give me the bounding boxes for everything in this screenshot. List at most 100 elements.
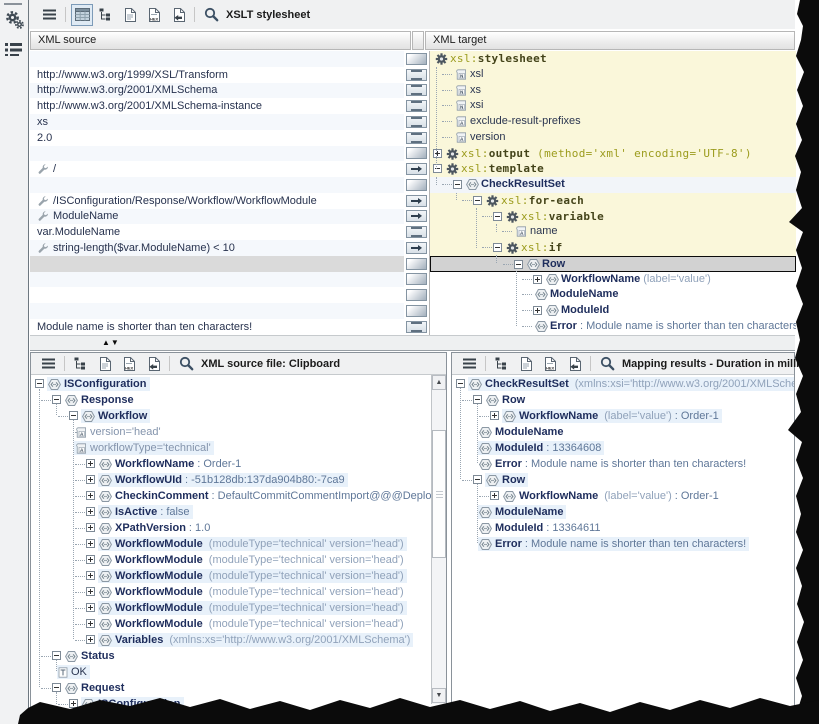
expand-toggle[interactable]: [86, 459, 95, 468]
connector-equals[interactable]: [406, 226, 427, 238]
expand-toggle[interactable]: [86, 635, 95, 644]
tree-node-row[interactable]: ModuleId : 13364611: [452, 520, 794, 536]
expand-toggle[interactable]: [86, 507, 95, 516]
collapse-toggle[interactable]: [52, 651, 61, 660]
collapse-toggle[interactable]: [473, 196, 482, 205]
collapse-toggle[interactable]: [473, 475, 482, 484]
grid-row[interactable]: http://www.w3.org/1999/XSL/Transform: [30, 67, 404, 83]
grid-row[interactable]: [30, 256, 404, 272]
tree-node[interactable]: CheckResultSet(xmlns:xsi='http://www.w3.…: [468, 377, 794, 391]
tree-node-row[interactable]: CheckinComment : DefaultCommitCommentImp…: [31, 488, 431, 504]
tree-node[interactable]: WorkflowModule(moduleType='technical' ve…: [98, 569, 407, 583]
tree-node[interactable]: WorkflowModule(moduleType='technical' ve…: [98, 585, 407, 599]
tree-node-row[interactable]: Request: [31, 680, 431, 696]
connector-equals[interactable]: [406, 321, 427, 333]
tree-node-row[interactable]: Row: [452, 392, 794, 408]
grid-row[interactable]: /: [30, 161, 404, 177]
grid-row[interactable]: 2.0: [30, 130, 404, 146]
collapse-toggle[interactable]: [453, 180, 462, 189]
rail-handle[interactable]: [4, 3, 22, 5]
tree-node[interactable]: Row: [485, 393, 528, 407]
tree-node-row[interactable]: IsActive : false: [31, 504, 431, 520]
tree-node[interactable]: Request: [64, 681, 127, 695]
tree-node[interactable]: ModuleName: [478, 425, 566, 439]
tree-node[interactable]: ISConfiguration: [47, 377, 150, 391]
hex-view-icon[interactable]: HEX: [539, 353, 561, 375]
target-tree-row[interactable]: Nxsi: [430, 98, 796, 114]
target-tree-row[interactable]: xsl:for-each: [430, 193, 796, 209]
collapse-toggle[interactable]: [69, 411, 78, 420]
tree-node[interactable]: ModuleId : 13364611: [478, 521, 604, 535]
target-tree-row[interactable]: xsl:variable: [430, 209, 796, 225]
connector-equals[interactable]: [406, 69, 427, 81]
tree-node[interactable]: WorkflowModule(moduleType='technical' ve…: [98, 617, 407, 631]
collapse-toggle[interactable]: [35, 379, 44, 388]
expand-toggle[interactable]: [86, 523, 95, 532]
tree-node-row[interactable]: Status: [31, 648, 431, 664]
scroll-down-button[interactable]: ▼: [432, 688, 446, 703]
new-document-icon[interactable]: [94, 353, 116, 375]
target-tree-row[interactable]: xsl:stylesheet: [430, 51, 796, 67]
target-tree-row[interactable]: Aversion: [430, 130, 796, 146]
search-icon[interactable]: [200, 4, 222, 26]
connector-arrow[interactable]: [406, 242, 427, 254]
grid-row[interactable]: xs: [30, 114, 404, 130]
target-tree-row[interactable]: ModuleName: [430, 287, 796, 303]
tree-node-row[interactable]: WorkflowModule(moduleType='technical' ve…: [31, 568, 431, 584]
expand-toggle[interactable]: [86, 539, 95, 548]
tree-node-row[interactable]: WorkflowModule(moduleType='technical' ve…: [31, 584, 431, 600]
tree-node-row[interactable]: Response: [31, 392, 431, 408]
tree-node[interactable]: WorkflowModule(moduleType='technical' ve…: [98, 601, 407, 615]
target-tree-row[interactable]: Error : Module name is shorter than ten …: [430, 319, 796, 335]
connector-blocked[interactable]: [406, 273, 427, 285]
expand-toggle[interactable]: [86, 555, 95, 564]
tree-view-icon[interactable]: [70, 353, 92, 375]
tree-node[interactable]: Variables(xmlns:xs='http://www.w3.org/20…: [98, 633, 413, 647]
expand-toggle[interactable]: [86, 603, 95, 612]
connector-arrow[interactable]: [406, 210, 427, 222]
tree-view-icon[interactable]: [491, 353, 513, 375]
menu-icon[interactable]: [37, 353, 59, 375]
import-document-icon[interactable]: [563, 353, 585, 375]
tree-node[interactable]: AworkflowType='technical': [74, 441, 214, 455]
grid-row[interactable]: string-length($var.ModuleName) < 10: [30, 240, 404, 256]
tree-node[interactable]: Status: [64, 649, 118, 663]
collapse-toggle[interactable]: [493, 243, 502, 252]
tree-view-icon[interactable]: [95, 4, 117, 26]
target-tree-row[interactable]: xsl:output (method='xml' encoding='UTF-8…: [430, 146, 796, 162]
target-tree-row[interactable]: CheckResultSet: [430, 177, 796, 193]
expand-toggle[interactable]: [86, 475, 95, 484]
target-tree-row[interactable]: xsl:template: [430, 161, 796, 177]
tree-node[interactable]: CheckinComment : DefaultCommitCommentImp…: [98, 489, 431, 503]
tree-node[interactable]: WorkflowName(label='value') : Order-1: [502, 409, 722, 423]
tree-node-row[interactable]: Aversion='head': [31, 424, 431, 440]
connector-arrow[interactable]: [406, 195, 427, 207]
horizontal-splitter[interactable]: ▲▼: [30, 335, 795, 351]
tree-node[interactable]: OK: [57, 665, 90, 679]
tree-node[interactable]: Error : Module name is shorter than ten …: [478, 537, 749, 551]
expand-toggle[interactable]: [490, 491, 499, 500]
new-document-icon[interactable]: [515, 353, 537, 375]
grid-row[interactable]: [30, 287, 404, 303]
tree-node[interactable]: Response: [64, 393, 137, 407]
expand-toggle[interactable]: [490, 411, 499, 420]
xml-source-header[interactable]: XML source: [30, 31, 411, 50]
collapse-toggle[interactable]: [52, 683, 61, 692]
collapse-toggle[interactable]: [52, 395, 61, 404]
menu-icon[interactable]: [458, 353, 480, 375]
tree-node[interactable]: XPathVersion : 1.0: [98, 521, 213, 535]
connector-equals[interactable]: [406, 116, 427, 128]
tree-node[interactable]: Workflow: [81, 409, 150, 423]
target-tree-row[interactable]: Nxsl: [430, 67, 796, 83]
tree-node-row[interactable]: ISConfiguration: [31, 376, 431, 392]
tree-node[interactable]: WorkflowUId : -51b128db:137da904b80:-7ca…: [98, 473, 348, 487]
tree-node-row[interactable]: Workflow: [31, 408, 431, 424]
tree-node-row[interactable]: Row: [452, 472, 794, 488]
tree-node[interactable]: Row: [485, 473, 528, 487]
connector-blocked[interactable]: [406, 305, 427, 317]
grid-row[interactable]: [30, 146, 404, 162]
tree-node[interactable]: ISConfiguration: [81, 697, 184, 711]
tree-node-row[interactable]: WorkflowModule(moduleType='technical' ve…: [31, 552, 431, 568]
collapse-toggle[interactable]: [514, 260, 523, 269]
tree-node-row[interactable]: WorkflowName(label='value') : Order-1: [452, 488, 794, 504]
